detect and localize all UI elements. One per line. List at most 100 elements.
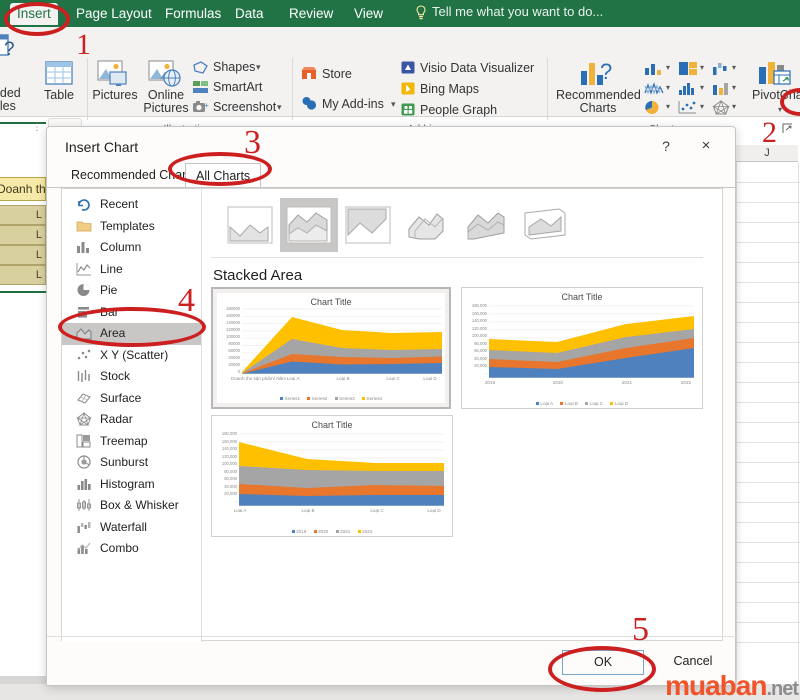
my-addins-label[interactable]: My Add-ins [322, 97, 384, 111]
bing-maps-label[interactable]: Bing Maps [420, 82, 479, 96]
sidebar-item-sunburst[interactable]: Sunburst [62, 452, 201, 474]
worksheet-cell-header[interactable]: Doanh th [0, 177, 46, 201]
column-chart-button[interactable] [644, 61, 664, 81]
table-label[interactable]: Table [42, 89, 76, 102]
shapes-label[interactable]: Shapes [213, 60, 255, 74]
y-tick: 100,000 [221, 461, 237, 466]
area-icon[interactable] [221, 198, 279, 252]
combo-chart-button[interactable] [712, 81, 730, 101]
histogram-chart-dropdown-icon[interactable]: ▾ [700, 83, 704, 92]
worksheet-cell[interactable]: L [0, 205, 46, 225]
y-tick: 40000 [228, 355, 240, 360]
sidebar-item-label: Pie [100, 283, 118, 297]
3d-100-stacked-area-icon[interactable] [516, 198, 574, 252]
x-tick: Loại A [233, 508, 247, 513]
tell-me-search[interactable]: Tell me what you want to do... [432, 4, 603, 19]
3d-stacked-area-icon[interactable] [457, 198, 515, 252]
sidebar-item-radar[interactable]: Radar [62, 409, 201, 431]
help-icon[interactable]: ? [653, 135, 679, 157]
treemap-chart-icon [76, 434, 92, 449]
ribbon-tab-page-layout[interactable]: Page Layout [69, 3, 159, 25]
ribbon-tab-insert[interactable]: Insert [10, 3, 58, 25]
chart-preview-1[interactable]: Chart Title 180000 160000 140000 120000 … [211, 287, 451, 409]
sidebar-item-label: Box & Whisker [100, 498, 179, 512]
column-chart-dropdown-icon[interactable]: ▾ [666, 63, 670, 72]
chart-preview-3[interactable]: Chart Title 180,000 160,000 140,000 120,… [211, 415, 453, 537]
close-icon[interactable]: × [693, 135, 719, 157]
legend-entry: Loại D [610, 401, 628, 406]
ok-button[interactable]: OK [562, 650, 644, 675]
pivotchart-dropdown-icon[interactable]: ▾ [778, 105, 782, 114]
people-graph-label[interactable]: People Graph [420, 103, 497, 117]
worksheet-cell[interactable]: L [0, 265, 46, 285]
scatter-chart-button[interactable] [678, 100, 698, 120]
drag-handle-icon[interactable]: ⋮ [30, 119, 44, 137]
worksheet-cell[interactable]: L [0, 245, 46, 265]
sidebar-item-surface[interactable]: Surface [62, 388, 201, 410]
y-tick: 180,000 [221, 431, 237, 436]
charts-dialog-launcher-icon[interactable] [782, 123, 794, 135]
sidebar-item-label: Line [100, 261, 123, 276]
legend-entry: 2022 [357, 529, 372, 534]
radar-chart-dropdown-icon[interactable]: ▾ [732, 102, 736, 111]
gridline [736, 522, 800, 523]
ribbon-tab-review[interactable]: Review [282, 3, 340, 25]
statistic-chart-button[interactable] [644, 81, 664, 101]
chart-title: Chart Title [561, 292, 603, 302]
hierarchy-chart-dropdown-icon[interactable]: ▾ [700, 63, 704, 72]
waterfall-chart-button[interactable] [712, 61, 730, 81]
pictures-label[interactable]: Pictures [92, 89, 138, 102]
visio-label[interactable]: Visio Data Visualizer [420, 61, 534, 75]
sidebar-item-area[interactable]: Area [62, 323, 201, 345]
x-tick: Loại D [427, 508, 441, 513]
screenshot-dropdown-icon[interactable]: ▾ [277, 102, 282, 113]
scatter-chart-dropdown-icon[interactable]: ▾ [700, 102, 704, 111]
shapes-dropdown-icon[interactable]: ▾ [256, 62, 261, 73]
ribbon-tab-view[interactable]: View [347, 3, 390, 25]
worksheet-cell[interactable]: L [0, 225, 46, 245]
chart-preview-2[interactable]: Chart Title 180,000 160,000 140,000 120,… [461, 287, 703, 409]
screenshot-label[interactable]: Screenshot [213, 100, 276, 114]
annotation-number-2: 2 [762, 116, 777, 149]
ribbon-tab-data[interactable]: Data [228, 3, 271, 25]
hierarchy-chart-button[interactable] [678, 61, 698, 81]
waterfall-chart-dropdown-icon[interactable]: ▾ [732, 63, 736, 72]
sidebar-item-combo[interactable]: Combo [62, 538, 201, 560]
sidebar-item-templates[interactable]: Templates [62, 216, 201, 238]
sidebar-item-treemap[interactable]: Treemap [62, 431, 201, 453]
sidebar-item-recent[interactable]: Recent [62, 194, 201, 216]
3d-area-icon[interactable] [398, 198, 456, 252]
recommended-pivottables-label[interactable]: endedables [0, 87, 46, 113]
chart-plot-area [242, 308, 442, 374]
stacked-area-icon[interactable] [280, 198, 338, 252]
pie-chart-button[interactable] [644, 100, 662, 120]
histogram-chart-button[interactable] [678, 81, 698, 101]
pivotchart-label[interactable]: PivotChart [752, 89, 800, 102]
combo-chart-dropdown-icon[interactable]: ▾ [732, 83, 736, 92]
y-tick: 160,000 [471, 310, 487, 316]
statistic-chart-dropdown-icon[interactable]: ▾ [666, 83, 670, 92]
tab-all-charts[interactable]: All Charts [185, 163, 262, 188]
watermark-main: muaban [665, 670, 767, 700]
sidebar-item-column[interactable]: Column [62, 237, 201, 259]
sidebar-item-box-whisker[interactable]: Box & Whisker [62, 495, 201, 517]
preview-chart-1: Chart Title 180000 160000 140000 120000 … [217, 293, 445, 403]
sidebar-item-histogram[interactable]: Histogram [62, 474, 201, 496]
annotation-number-4: 4 [178, 282, 195, 319]
sidebar-item-xy-scatter[interactable]: X Y (Scatter) [62, 345, 201, 367]
my-addins-dropdown-icon[interactable]: ▾ [391, 99, 396, 110]
sidebar-item-waterfall[interactable]: Waterfall [62, 517, 201, 539]
online-pictures-label[interactable]: Online Pictures [138, 89, 194, 115]
radar-chart-button[interactable] [711, 99, 731, 120]
recent-icon [76, 197, 92, 212]
100-stacked-area-icon[interactable] [339, 198, 397, 252]
recommended-charts-label[interactable]: Recommended Charts [556, 89, 641, 115]
sidebar-item-line[interactable]: Line [62, 259, 201, 281]
chart-type-sidebar: Recent Templates Column Line Pie Bar Are… [62, 189, 202, 642]
ribbon-body: ? endedables Table [0, 27, 800, 135]
store-label[interactable]: Store [322, 67, 352, 81]
pie-chart-dropdown-icon[interactable]: ▾ [666, 102, 670, 111]
sidebar-item-stock[interactable]: Stock [62, 366, 201, 388]
smartart-label[interactable]: SmartArt [213, 80, 262, 94]
ribbon-tab-formulas[interactable]: Formulas [158, 3, 228, 25]
